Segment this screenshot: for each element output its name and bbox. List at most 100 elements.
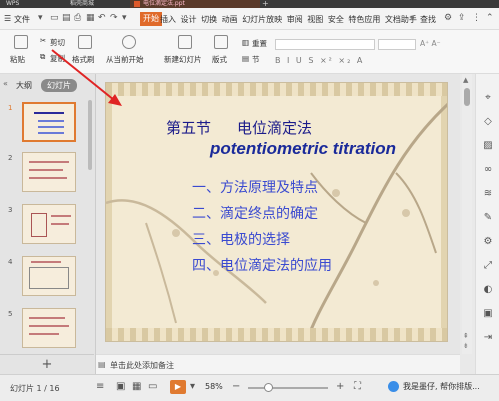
menu-animation[interactable]: 动画	[222, 15, 238, 24]
menu-file[interactable]: 文件	[14, 14, 30, 25]
font-size-select[interactable]	[378, 39, 416, 50]
menu-items: 插入 设计 切换 动画 幻灯片放映 审阅 视图 安全 特色应用 文档助手	[160, 14, 419, 25]
font-grow-icon[interactable]: A⁺ A⁻	[420, 39, 441, 48]
font-name-select[interactable]	[275, 39, 375, 50]
paste-button[interactable]: 粘贴	[10, 54, 25, 65]
reset-icon[interactable]: ▥	[242, 38, 249, 47]
slide-canvas[interactable]: 第五节 电位滴定法 potentiometric titration 一、方法原理…	[105, 82, 448, 342]
transform-icon[interactable]: ⤢	[482, 260, 494, 272]
slide-thumbnail[interactable]: 2	[8, 152, 84, 194]
zoom-in-icon[interactable]: +	[336, 381, 344, 392]
format-buttons[interactable]: B I U S ×² ×₂ A	[275, 56, 364, 65]
shape-icon[interactable]: ◇	[482, 116, 494, 128]
slide-thumbnail[interactable]: 5	[8, 308, 84, 350]
section-button[interactable]: 节	[252, 54, 260, 65]
new-tab-icon[interactable]: +	[262, 0, 269, 8]
sorter-view-icon[interactable]: ▦	[132, 381, 141, 392]
tab-wps[interactable]: WPS	[6, 0, 66, 8]
slide-thumbnail[interactable]: 1	[8, 102, 84, 144]
chevron-down-icon[interactable]: ▾	[38, 13, 43, 23]
from-current-button[interactable]: 从当前开始	[106, 54, 144, 65]
slide-subtitle[interactable]: potentiometric titration	[210, 139, 396, 159]
layout-icon[interactable]	[214, 35, 228, 49]
title-tab-bar: WPS 稻壳商城 电位滴定法.ppt +	[0, 0, 499, 8]
menu-slideshow[interactable]: 幻灯片放映	[242, 15, 282, 24]
assistant-tip[interactable]: 我是墨仔, 帮你排版...	[388, 381, 480, 392]
more-icon[interactable]: ▾	[122, 13, 127, 23]
undo-icon[interactable]: ↶	[98, 13, 106, 23]
new-slide-button[interactable]: 新建幻灯片	[164, 54, 202, 65]
tab-outline[interactable]: 大纲	[10, 79, 38, 92]
cut-icon[interactable]: ✂	[40, 36, 46, 45]
zoom-slider-knob[interactable]	[264, 383, 273, 392]
redo-icon[interactable]: ↷	[110, 13, 118, 23]
preview-icon[interactable]: ▦	[86, 13, 95, 23]
zoom-slider-track[interactable]	[248, 387, 328, 389]
panel-scrollbar[interactable]	[88, 100, 92, 170]
slide-thumbnail[interactable]: 4	[8, 256, 84, 298]
save-icon[interactable]: ▤	[62, 13, 71, 23]
menu-transition[interactable]: 切换	[201, 15, 217, 24]
settings-icon[interactable]: ⚙	[444, 13, 452, 23]
slide-title[interactable]: 第五节 电位滴定法	[166, 117, 312, 138]
scroll-up-icon[interactable]: ▲	[463, 76, 468, 84]
link-icon[interactable]: ∞	[482, 164, 494, 176]
page-up-icon[interactable]: ⇞	[463, 332, 469, 340]
chevron-down-icon[interactable]: ▾	[190, 381, 195, 392]
style-icon[interactable]: ✎	[482, 212, 494, 224]
zoom-out-icon[interactable]: −	[232, 381, 240, 392]
format-painter-button[interactable]: 格式刷	[72, 54, 95, 65]
slideshow-play-button[interactable]: ▶	[170, 380, 186, 394]
scroll-thumb[interactable]	[464, 88, 470, 106]
normal-view-icon[interactable]: ▣	[116, 381, 125, 392]
menu-design[interactable]: 设计	[181, 15, 197, 24]
paste-icon[interactable]	[14, 35, 28, 49]
add-slide-button[interactable]: +	[0, 354, 94, 374]
theme-icon[interactable]: ◐	[482, 284, 494, 296]
menu-review[interactable]: 审阅	[287, 15, 303, 24]
slide-number: 3	[8, 206, 13, 214]
section-icon[interactable]: ▤	[242, 54, 249, 63]
more-dots-icon[interactable]: ⋮	[472, 13, 481, 23]
format-painter-icon[interactable]	[78, 35, 92, 49]
slide-content-list[interactable]: 一、方法原理及特点 二、滴定终点的确定 三、电极的选择 四、电位滴定法的应用	[192, 175, 332, 279]
tools-icon[interactable]: ▣	[482, 308, 494, 320]
expand-icon[interactable]: ⇥	[482, 332, 494, 344]
image-icon[interactable]: ▨	[482, 140, 494, 152]
copy-icon[interactable]: ⧉	[40, 52, 45, 62]
tab-document[interactable]: 电位滴定法.ppt	[130, 0, 260, 8]
hamburger-icon[interactable]: ☰	[4, 14, 11, 23]
collapse-pane-icon[interactable]: «	[3, 79, 8, 88]
cut-button[interactable]: 剪切	[50, 37, 65, 48]
menu-security[interactable]: 安全	[328, 15, 344, 24]
zoom-level[interactable]: 58%	[205, 382, 223, 391]
settings-panel-icon[interactable]: ⚙	[482, 236, 494, 248]
tab-store[interactable]: 稻壳商城	[70, 0, 126, 8]
tab-slides[interactable]: 幻灯片	[41, 79, 77, 92]
reading-view-icon[interactable]: ▭	[148, 381, 157, 392]
view-menu-icon[interactable]: ≡	[96, 381, 104, 392]
editor-scrollbar[interactable]: ▲ ⇞ ⇟	[462, 74, 472, 354]
new-slide-icon[interactable]	[178, 35, 192, 49]
collapse-ribbon-icon[interactable]: ⌃	[486, 13, 494, 23]
notes-placeholder[interactable]: 单击此处添加备注	[110, 360, 174, 371]
print-icon[interactable]: ⎙	[74, 13, 81, 23]
layers-icon[interactable]: ≋	[482, 188, 494, 200]
search-icon[interactable]: ⌕	[410, 13, 415, 23]
search-label[interactable]: 查找	[420, 14, 436, 25]
layout-button[interactable]: 版式	[212, 54, 227, 65]
slide-thumbnail[interactable]: 3	[8, 204, 84, 246]
pointer-icon[interactable]: ⌖	[482, 92, 494, 104]
menu-insert[interactable]: 插入	[160, 15, 176, 24]
copy-button[interactable]: 复制	[50, 53, 65, 64]
open-folder-icon[interactable]: ▭	[50, 13, 59, 23]
notes-bar[interactable]: ▤ 单击此处添加备注	[96, 354, 460, 374]
page-down-icon[interactable]: ⇟	[463, 342, 469, 350]
fit-window-icon[interactable]: ⛶	[354, 381, 361, 392]
menu-view[interactable]: 视图	[307, 15, 323, 24]
share-icon[interactable]: ⇪	[458, 13, 466, 23]
reset-button[interactable]: 重置	[252, 38, 267, 49]
menu-start[interactable]: 开始	[140, 12, 162, 26]
play-from-current-icon[interactable]	[122, 35, 136, 49]
menu-special[interactable]: 特色应用	[348, 15, 380, 24]
